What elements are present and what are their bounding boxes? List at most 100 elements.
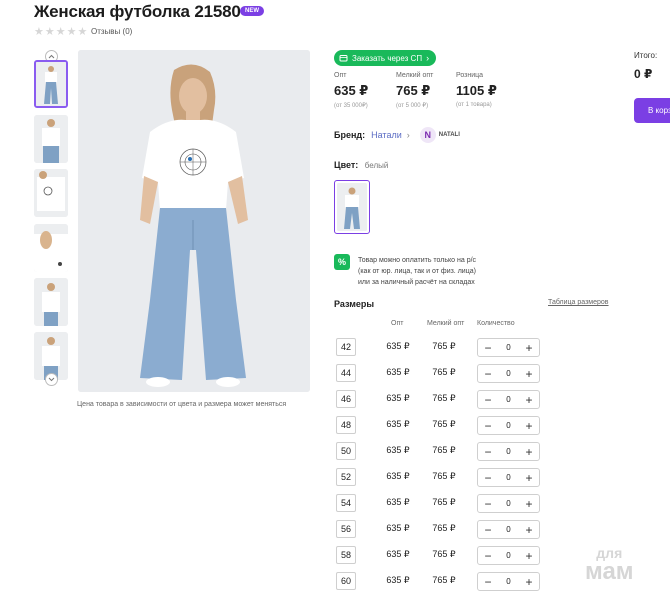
size-label: 56 — [336, 520, 356, 538]
size-label: 46 — [336, 390, 356, 408]
rating-stars[interactable]: ★ ★ ★ ★ ★ — [34, 27, 87, 38]
brand-logo[interactable]: N — [419, 127, 436, 143]
quantity-stepper[interactable]: − 0 + — [477, 416, 540, 435]
quantity-value[interactable]: 0 — [506, 395, 510, 404]
size-price-opt: 635 ₽ — [386, 367, 410, 377]
price-condition: (от 1 товара) — [456, 102, 492, 108]
size-label: 60 — [336, 572, 356, 590]
size-price-opt: 635 ₽ — [386, 523, 410, 533]
quantity-stepper[interactable]: − 0 + — [477, 338, 540, 357]
size-price-opt: 635 ₽ — [386, 497, 410, 507]
main-product-photo[interactable] — [78, 50, 310, 392]
minus-icon[interactable]: − — [482, 498, 494, 510]
plus-icon[interactable]: + — [523, 368, 535, 380]
size-price-melkiy-opt: 765 ₽ — [432, 497, 456, 507]
price-opt: Опт 635 ₽ (от 35 000₽) — [334, 72, 368, 109]
chevron-down-icon[interactable] — [45, 373, 58, 386]
color-row: Цвет: белый — [334, 160, 388, 170]
quantity-value[interactable]: 0 — [506, 369, 510, 378]
minus-icon[interactable]: − — [482, 446, 494, 458]
order-sp-button[interactable]: Заказать через СП › — [334, 50, 437, 66]
quantity-value[interactable]: 0 — [506, 551, 510, 560]
plus-icon[interactable]: + — [523, 524, 535, 536]
price-condition: (от 35 000₽) — [334, 103, 368, 109]
size-label: 54 — [336, 494, 356, 512]
add-to-cart-button[interactable]: В корз — [634, 98, 670, 123]
star-icon: ★ — [66, 26, 77, 38]
plus-icon[interactable]: + — [523, 498, 535, 510]
minus-icon[interactable]: − — [482, 524, 494, 536]
plus-icon[interactable]: + — [523, 472, 535, 484]
size-chart-link[interactable]: Таблица размеров — [548, 299, 609, 306]
payment-line: Товар можно оплатить только на р/с — [358, 257, 477, 264]
star-icon: ★ — [44, 26, 55, 38]
quantity-value[interactable]: 0 — [506, 499, 510, 508]
plus-icon[interactable]: + — [523, 550, 535, 562]
column-header-opt: Опт — [391, 320, 404, 327]
price-melkiy-opt: Мелкий опт 765 ₽ (от 5 000 ₽) — [396, 72, 433, 109]
price-value: 635 ₽ — [334, 83, 369, 98]
brand-label: Бренд: — [334, 130, 366, 140]
thumbnail-3[interactable] — [34, 169, 68, 217]
size-price-opt: 635 ₽ — [386, 419, 410, 429]
plus-icon[interactable]: + — [523, 446, 535, 458]
cart-icon — [339, 55, 348, 62]
size-price-melkiy-opt: 765 ₽ — [432, 549, 456, 559]
minus-icon[interactable]: − — [482, 368, 494, 380]
color-value: белый — [364, 161, 389, 170]
quantity-stepper[interactable]: − 0 + — [477, 520, 540, 539]
quantity-stepper[interactable]: − 0 + — [477, 468, 540, 487]
quantity-value[interactable]: 0 — [506, 577, 510, 586]
price-label: Мелкий опт — [396, 72, 434, 79]
reviews-link[interactable]: Отзывы (0) — [91, 27, 132, 36]
price-condition: (от 5 000 ₽) — [396, 103, 429, 109]
color-swatch[interactable] — [334, 180, 370, 234]
size-label: 52 — [336, 468, 356, 486]
thumbnail-4[interactable] — [34, 224, 68, 272]
star-icon: ★ — [55, 26, 66, 38]
size-price-melkiy-opt: 765 ₽ — [432, 419, 456, 429]
minus-icon[interactable]: − — [482, 420, 494, 432]
thumbnail-2[interactable] — [34, 115, 68, 163]
column-header-quantity: Количество — [477, 320, 515, 327]
price-label: Опт — [334, 72, 347, 79]
quantity-value[interactable]: 0 — [506, 447, 510, 456]
quantity-value[interactable]: 0 — [506, 525, 510, 534]
size-label: 48 — [336, 416, 356, 434]
percent-icon: % — [334, 254, 350, 270]
quantity-stepper[interactable]: − 0 + — [477, 546, 540, 565]
plus-icon[interactable]: + — [523, 420, 535, 432]
quantity-stepper[interactable]: − 0 + — [477, 442, 540, 461]
size-price-opt: 635 ₽ — [386, 445, 410, 455]
quantity-stepper[interactable]: − 0 + — [477, 494, 540, 513]
quantity-stepper[interactable]: − 0 + — [477, 390, 540, 409]
star-icon: ★ — [34, 26, 44, 38]
size-label: 50 — [336, 442, 356, 460]
minus-icon[interactable]: − — [482, 550, 494, 562]
plus-icon[interactable]: + — [523, 576, 535, 588]
thumbnail-5[interactable] — [34, 278, 68, 326]
minus-icon[interactable]: − — [482, 394, 494, 406]
plus-icon[interactable]: + — [523, 394, 535, 406]
size-price-opt: 635 ₽ — [386, 471, 410, 481]
size-price-opt: 635 ₽ — [386, 549, 410, 559]
quantity-value[interactable]: 0 — [506, 343, 510, 352]
price-note: Цена товара в зависимости от цвета и раз… — [77, 401, 287, 408]
minus-icon[interactable]: − — [482, 342, 494, 354]
minus-icon[interactable]: − — [482, 576, 494, 588]
quantity-stepper[interactable]: − 0 + — [477, 572, 540, 591]
quantity-value[interactable]: 0 — [506, 421, 510, 430]
quantity-stepper[interactable]: − 0 + — [477, 364, 540, 383]
thumbnail-1[interactable] — [34, 60, 68, 108]
column-header-melkiy-opt: Мелкий опт — [427, 320, 465, 327]
brand-row: Бренд: Натали › N NATALI — [334, 127, 460, 143]
quantity-value[interactable]: 0 — [506, 473, 510, 482]
payment-note: Товар можно оплатить только на р/с (как … — [358, 255, 476, 288]
brand-link[interactable]: Натали — [371, 130, 402, 140]
total-label: Итого: — [634, 51, 658, 60]
minus-icon[interactable]: − — [482, 472, 494, 484]
size-label: 42 — [336, 338, 356, 356]
plus-icon[interactable]: + — [523, 342, 535, 354]
price-value: 1105 ₽ — [456, 83, 497, 98]
size-price-melkiy-opt: 765 ₽ — [432, 393, 456, 403]
